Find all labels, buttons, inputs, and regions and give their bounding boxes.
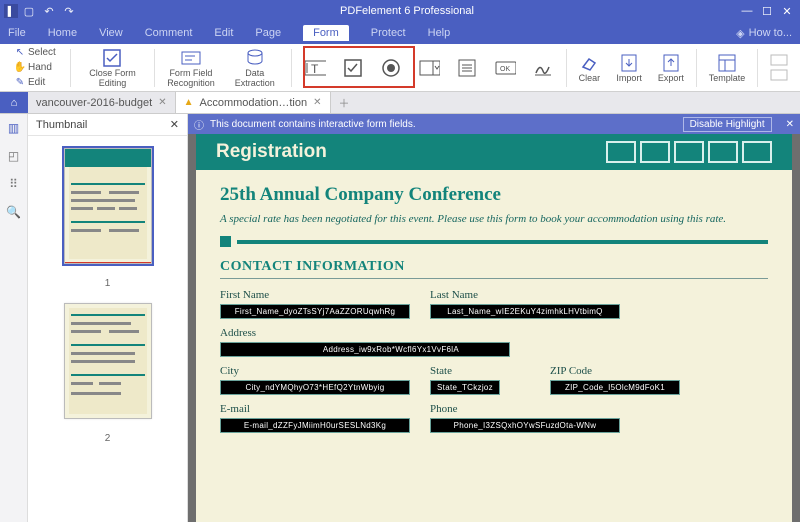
doc-tab-1[interactable]: vancouver-2016-budget✕	[28, 92, 176, 113]
label-firstname: First Name	[220, 289, 410, 301]
howto-link[interactable]: ◈How to...	[736, 27, 792, 40]
warn-icon: ▲	[184, 97, 194, 108]
thumb-num-1: 1	[105, 278, 111, 289]
field-firstname[interactable]: First_Name_dyoZTsSYj7AaZZORUqwhRg	[220, 304, 410, 319]
form-field-recognition-button[interactable]: Form Field Recognition	[161, 47, 221, 89]
home-tab[interactable]: ⌂	[0, 92, 28, 113]
document-area: ⓘ This document contains interactive for…	[188, 114, 800, 522]
data-extraction-button[interactable]: Data Extraction	[225, 47, 285, 89]
menu-help[interactable]: Help	[428, 27, 451, 39]
undo-icon[interactable]: ↶	[42, 4, 56, 18]
info-icon: ⓘ	[194, 117, 204, 132]
new-tab-button[interactable]: ＋	[331, 95, 358, 111]
listbox-tool[interactable]	[450, 57, 484, 79]
align-tool-1[interactable]	[770, 54, 788, 66]
label-zip: ZIP Code	[550, 365, 680, 377]
field-email[interactable]: E-mail_dZZFyJMiimH0urSESLNd3Kg	[220, 418, 410, 433]
menu-comment[interactable]: Comment	[145, 27, 193, 39]
page-view: Registration 25th Annual Company Confere…	[196, 134, 792, 522]
field-zip[interactable]: ZIP_Code_I5OlcM9dFoK1	[550, 380, 680, 395]
menu-view[interactable]: View	[99, 27, 123, 39]
thumb-page-2[interactable]	[64, 303, 152, 419]
doc-title: 25th Annual Company Conference	[220, 184, 768, 206]
doc-tab-2[interactable]: ▲ Accommodation…tion✕	[176, 92, 331, 113]
redo-icon[interactable]: ↷	[62, 4, 76, 18]
app-title: PDFelement 6 Professional	[76, 5, 738, 17]
menu-edit[interactable]: Edit	[214, 27, 233, 39]
menu-page[interactable]: Page	[255, 27, 281, 39]
text-field-tool[interactable]: T	[298, 57, 332, 79]
infobar-close-icon[interactable]: ✕	[786, 119, 794, 130]
field-state[interactable]: State_TCkzjoz	[430, 380, 500, 395]
edit-tool[interactable]: ✎Edit	[12, 76, 47, 90]
thumb-num-2: 2	[105, 433, 111, 444]
import-button[interactable]: Import	[610, 52, 648, 84]
close-form-editing-button[interactable]: Close Form Editing	[77, 47, 149, 89]
close-icon[interactable]: ✕	[158, 97, 166, 108]
label-lastname: Last Name	[430, 289, 620, 301]
info-bar: ⓘ This document contains interactive for…	[188, 114, 800, 134]
svg-text:T: T	[311, 62, 319, 76]
field-city[interactable]: City_ndYMQhyO73*HEfQ2YtnWbyig	[220, 380, 410, 395]
field-lastname[interactable]: Last_Name_wIE2EKuY4zimhkLHVtbimQ	[430, 304, 620, 319]
radio-tool[interactable]	[374, 57, 408, 79]
label-address: Address	[220, 327, 620, 339]
maximize-button[interactable]: ☐	[758, 3, 776, 19]
disable-highlight-button[interactable]: Disable Highlight	[683, 117, 772, 132]
label-state: State	[430, 365, 530, 377]
menu-home[interactable]: Home	[48, 27, 77, 39]
menu-form[interactable]: Form	[303, 25, 349, 41]
close-icon[interactable]: ✕	[313, 97, 321, 108]
thumbnail-panel: Thumbnail ✕ 1	[28, 114, 188, 522]
info-message: This document contains interactive form …	[210, 119, 416, 130]
svg-text:OK: OK	[500, 66, 510, 73]
signature-tool[interactable]	[526, 57, 560, 79]
ribbon: ↖Select ✋Hand ✎Edit Close Form Editing F…	[0, 44, 800, 92]
field-phone[interactable]: Phone_I3ZSQxhOYwSFuzdOta-WNw	[430, 418, 620, 433]
panel-close-icon[interactable]: ✕	[170, 118, 179, 131]
section-heading: CONTACT INFORMATION	[220, 259, 768, 275]
doc-banner: Registration	[216, 141, 327, 163]
align-tool-2[interactable]	[770, 69, 788, 81]
minimize-button[interactable]: —	[738, 3, 756, 19]
new-doc-icon[interactable]: ▢	[22, 4, 36, 18]
bookmark-icon[interactable]: ◰	[6, 148, 22, 164]
button-tool[interactable]: OK	[488, 57, 522, 79]
menu-file[interactable]: File	[8, 27, 26, 39]
header-icons	[606, 141, 772, 163]
attachment-icon[interactable]: ⠿	[6, 176, 22, 192]
doc-intro: A special rate has been negotiated for t…	[220, 212, 768, 226]
select-tool[interactable]: ↖Select	[12, 46, 58, 60]
field-address[interactable]: Address_iw9xRob*Wcfl6Yx1VvF6lA	[220, 342, 510, 357]
side-toolbar: ▥ ◰ ⠿ 🔍	[0, 114, 28, 522]
close-button[interactable]: ✕	[778, 3, 796, 19]
document-tabs: ⌂ vancouver-2016-budget✕ ▲ Accommodation…	[0, 92, 800, 114]
menu-protect[interactable]: Protect	[371, 27, 406, 39]
template-button[interactable]: Template	[703, 52, 752, 84]
search-icon[interactable]: 🔍	[6, 204, 22, 220]
label-email: E-mail	[220, 403, 410, 415]
thumbnail-icon[interactable]: ▥	[6, 120, 22, 136]
clear-button[interactable]: Clear	[572, 52, 606, 84]
label-city: City	[220, 365, 410, 377]
app-logo: ▌	[4, 4, 18, 18]
checkbox-tool[interactable]	[336, 57, 370, 79]
combobox-tool[interactable]	[412, 57, 446, 79]
menu-bar: File Home View Comment Edit Page Form Pr…	[0, 22, 800, 44]
thumb-page-1[interactable]	[64, 148, 152, 264]
thumbnail-title: Thumbnail	[36, 119, 87, 131]
hand-tool[interactable]: ✋Hand	[12, 61, 54, 75]
label-phone: Phone	[430, 403, 620, 415]
export-button[interactable]: Export	[652, 52, 690, 84]
